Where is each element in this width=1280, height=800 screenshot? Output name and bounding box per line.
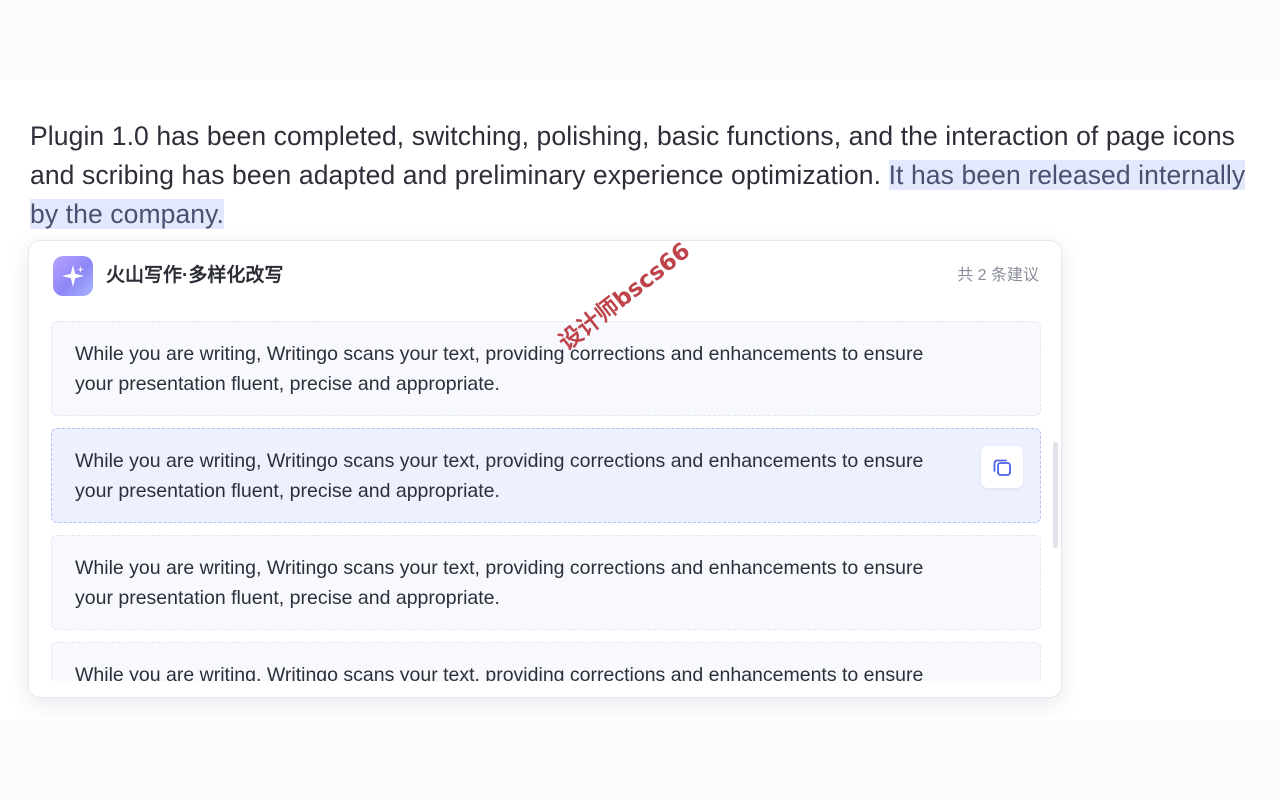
suggestion-count: 共 2 条建议 bbox=[957, 267, 1039, 284]
suggestion-text: While you are writing, Writingo scans yo… bbox=[75, 450, 924, 502]
suggestion-text: While you are writing, Writingo scans yo… bbox=[75, 557, 924, 609]
suggestion-card[interactable]: While you are writing, Writingo scans yo… bbox=[51, 642, 1041, 681]
panel-title: 火山写作·多样化改写 bbox=[106, 265, 284, 286]
scrollbar-thumb[interactable] bbox=[1053, 442, 1058, 548]
copy-icon bbox=[993, 459, 1011, 476]
panel-header: 火山写作·多样化改写 共 2 条建议 bbox=[29, 241, 1061, 311]
suggestion-card[interactable]: While you are writing, Writingo scans yo… bbox=[51, 321, 1041, 416]
suggestion-card-active[interactable]: While you are writing, Writingo scans yo… bbox=[51, 428, 1041, 523]
suggestion-text: While you are writing, Writingo scans yo… bbox=[75, 664, 924, 681]
rewrite-suggestions-panel: 火山写作·多样化改写 共 2 条建议 While you are writing… bbox=[28, 240, 1062, 698]
suggestion-list[interactable]: While you are writing, Writingo scans yo… bbox=[51, 321, 1041, 681]
suggestion-text: While you are writing, Writingo scans yo… bbox=[75, 343, 924, 395]
sparkle-icon bbox=[53, 256, 93, 296]
document-paragraph[interactable]: Plugin 1.0 has been completed, switching… bbox=[30, 117, 1265, 234]
copy-button[interactable] bbox=[981, 446, 1023, 488]
suggestion-card[interactable]: While you are writing, Writingo scans yo… bbox=[51, 535, 1041, 630]
